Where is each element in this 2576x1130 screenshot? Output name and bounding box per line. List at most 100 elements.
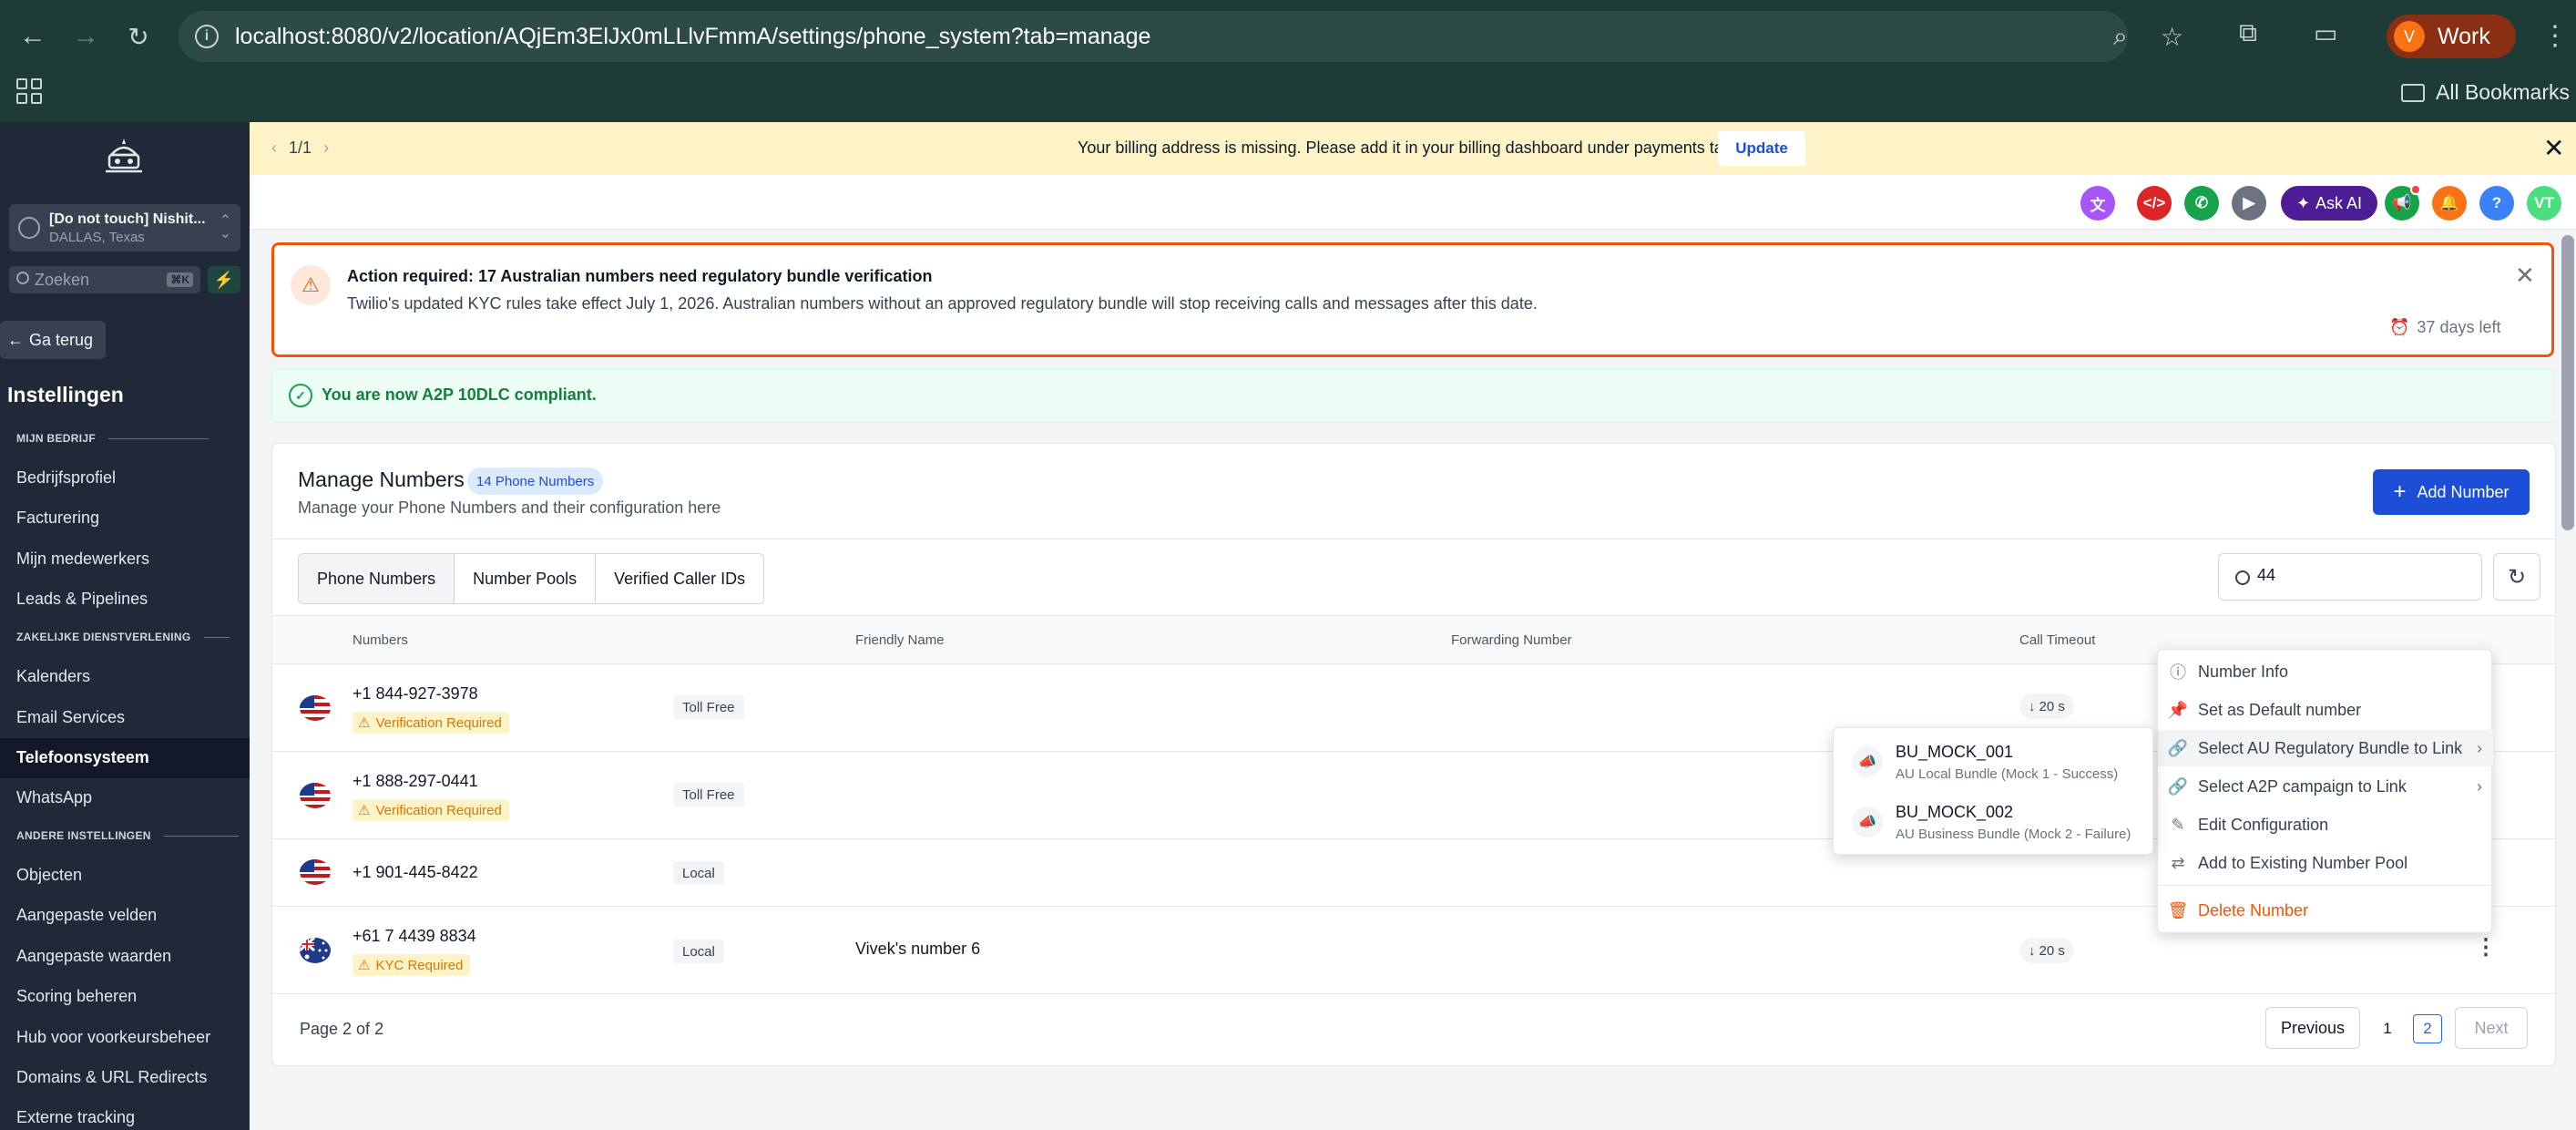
megaphone-icon: 📣: [1852, 806, 1883, 837]
sidebar-item-voorkeursbeheer[interactable]: Hub voor voorkeursbeheer: [16, 1028, 210, 1047]
phone-number: +1 844-927-3978: [353, 684, 478, 703]
bell-icon[interactable]: 🔔: [2432, 186, 2467, 221]
add-number-button[interactable]: + Add Number: [2373, 469, 2530, 515]
sidebar-item-aangepaste-waarden[interactable]: Aangepaste waarden: [16, 947, 171, 966]
sidebar-item-facturering[interactable]: Facturering: [16, 508, 99, 528]
zoom-icon[interactable]: ⌕: [2113, 22, 2128, 52]
bundle-name: BU_MOCK_001: [1896, 743, 2014, 761]
number-type-badge: Local: [673, 940, 724, 963]
app-logo-icon: [106, 139, 142, 173]
column-header-call-timeout: Call Timeout: [2019, 632, 2096, 648]
reload-icon[interactable]: ↻: [120, 18, 157, 55]
bundle-option[interactable]: 📣 BU_MOCK_001 AU Local Bundle (Mock 1 - …: [1834, 732, 2154, 790]
sidebar-search-placeholder: Zoeken: [35, 271, 90, 289]
ask-ai-button[interactable]: ✦ Ask AI: [2281, 186, 2377, 221]
menu-item-add-to-pool[interactable]: ⇄ Add to Existing Number Pool: [2158, 845, 2493, 881]
next-button[interactable]: Next: [2455, 1007, 2528, 1049]
close-icon[interactable]: ✕: [2515, 262, 2535, 290]
previous-button[interactable]: Previous: [2265, 1007, 2360, 1049]
phone-icon[interactable]: ✆: [2184, 186, 2219, 221]
sidebar-search[interactable]: Zoeken ⌘K: [9, 266, 200, 293]
sidebar: [Do not touch] Nishit... DALLAS, Texas ⌃…: [0, 122, 250, 1130]
number-search[interactable]: [2218, 553, 2482, 601]
url-text[interactable]: localhost:8080/v2/location/AQjEm3ElJx0mL…: [235, 24, 1150, 50]
add-number-label: Add Number: [2417, 482, 2510, 501]
bundle-description: AU Business Bundle (Mock 2 - Failure): [1896, 827, 2131, 842]
tab-number-pools[interactable]: Number Pools: [455, 554, 597, 603]
menu-item-select-a2p-campaign[interactable]: 🔗 Select A2P campaign to Link ›: [2158, 768, 2493, 805]
phone-number: +1 901-445-8422: [353, 863, 478, 881]
back-button-label: Ga terug: [29, 330, 94, 349]
sidebar-item-telefoonsysteem[interactable]: Telefoonsysteem: [16, 748, 149, 767]
code-icon[interactable]: </>: [2137, 186, 2172, 221]
avatar[interactable]: VT: [2527, 186, 2561, 221]
chevron-right-icon: ›: [2477, 776, 2482, 796]
sidebar-item-email-services[interactable]: Email Services: [16, 708, 125, 727]
sidebar-item-mijn-medewerkers[interactable]: Mijn medewerkers: [16, 550, 149, 569]
sparkle-icon: ✦: [2295, 193, 2311, 212]
bookmark-star-icon[interactable]: ☆: [2161, 22, 2183, 52]
kebab-menu-icon[interactable]: ⋮: [2541, 20, 2569, 52]
sidebar-item-whatsapp[interactable]: WhatsApp: [16, 788, 92, 807]
warning-icon: ⚠: [291, 265, 331, 305]
refresh-button[interactable]: ↻: [2493, 553, 2540, 601]
forward-arrow-icon[interactable]: →: [67, 18, 104, 55]
profile-button[interactable]: V Work: [2387, 15, 2516, 58]
scrollbar-thumb[interactable]: [2561, 235, 2574, 530]
translate-icon[interactable]: 文: [2080, 186, 2115, 221]
page-1-button[interactable]: 1: [2373, 1014, 2402, 1043]
tab-verified-caller-ids[interactable]: Verified Caller IDs: [596, 554, 764, 603]
sidebar-item-objecten[interactable]: Objecten: [16, 866, 82, 885]
sidebar-item-scoring[interactable]: Scoring beheren: [16, 987, 137, 1006]
warning-icon: ⚠: [358, 715, 371, 731]
au-bundle-submenu: 📣 BU_MOCK_001 AU Local Bundle (Mock 1 - …: [1833, 727, 2153, 855]
sidebar-item-kalenders[interactable]: Kalenders: [16, 667, 90, 686]
apps-grid-icon[interactable]: [16, 78, 42, 104]
extensions-icon[interactable]: ⧉: [2239, 18, 2257, 48]
menu-item-set-default[interactable]: 📌 Set as Default number: [2158, 692, 2493, 728]
menu-item-delete-number[interactable]: 🗑 Delete Number: [2158, 892, 2493, 929]
back-button[interactable]: ← Ga terug: [0, 321, 107, 359]
search-input[interactable]: [2257, 566, 2439, 585]
quick-action-bolt-icon[interactable]: ⚡: [208, 266, 240, 293]
page-title: Manage Numbers: [298, 467, 465, 491]
plus-icon: +: [2393, 479, 2407, 504]
sidebar-item-bedrijfsprofiel[interactable]: Bedrijfsprofiel: [16, 468, 116, 488]
alert-title: Action required: 17 Australian numbers n…: [347, 267, 933, 285]
us-flag-icon: [300, 783, 331, 808]
menu-item-edit-configuration[interactable]: ✎ Edit Configuration: [2158, 806, 2493, 843]
tab-phone-numbers[interactable]: Phone Numbers: [299, 554, 455, 603]
banner-pager[interactable]: ‹ 1/1 ›: [271, 139, 329, 158]
close-icon[interactable]: ✕: [2543, 133, 2564, 163]
row-actions-kebab-icon[interactable]: ⋮: [2475, 934, 2497, 960]
menu-item-select-au-bundle[interactable]: 🔗 Select AU Regulatory Bundle to Link ›: [2158, 730, 2493, 766]
video-icon[interactable]: ▶: [2232, 186, 2266, 221]
row-context-menu: ⓘ Number Info 📌 Set as Default number 🔗 Sel…: [2157, 649, 2493, 933]
folder-icon: [2401, 83, 2425, 102]
warning-icon: ⚠: [358, 958, 371, 973]
trash-icon: 🗑: [2167, 900, 2189, 919]
menu-item-number-info[interactable]: ⓘ Number Info: [2158, 653, 2493, 690]
megaphone-icon[interactable]: 📢: [2385, 184, 2421, 221]
site-info-icon[interactable]: i: [195, 25, 219, 48]
address-bar[interactable]: i localhost:8080/v2/location/AQjEm3ElJx0…: [179, 11, 2183, 62]
sidebar-item-domains[interactable]: Domains & URL Redirects: [16, 1068, 207, 1087]
update-billing-button[interactable]: Update: [1718, 131, 1805, 166]
cast-icon[interactable]: ▭: [2314, 18, 2337, 48]
search-icon: [16, 272, 29, 284]
back-arrow-icon[interactable]: ←: [15, 18, 51, 55]
page-2-button[interactable]: 2: [2413, 1014, 2442, 1043]
count-badge: 14 Phone Numbers: [467, 467, 604, 495]
pencil-icon: ✎: [2171, 815, 2185, 834]
sidebar-item-externe-tracking[interactable]: Externe tracking: [16, 1108, 135, 1127]
help-icon[interactable]: ?: [2479, 186, 2514, 221]
sidebar-item-leads-pipelines[interactable]: Leads & Pipelines: [16, 590, 148, 609]
sidebar-item-aangepaste-velden[interactable]: Aangepaste velden: [16, 906, 157, 925]
chevron-left-icon[interactable]: ‹: [271, 139, 277, 157]
warning-badge: ⚠ Verification Required: [353, 799, 509, 821]
bundle-option[interactable]: 📣 BU_MOCK_002 AU Business Bundle (Mock 2…: [1834, 792, 2154, 850]
location-switcher[interactable]: [Do not touch] Nishit... DALLAS, Texas ⌃…: [9, 204, 240, 252]
chevron-updown-icon: ⌃ ⌄: [219, 213, 231, 241]
chevron-right-icon[interactable]: ›: [323, 139, 329, 157]
all-bookmarks[interactable]: All Bookmarks: [2401, 80, 2570, 105]
